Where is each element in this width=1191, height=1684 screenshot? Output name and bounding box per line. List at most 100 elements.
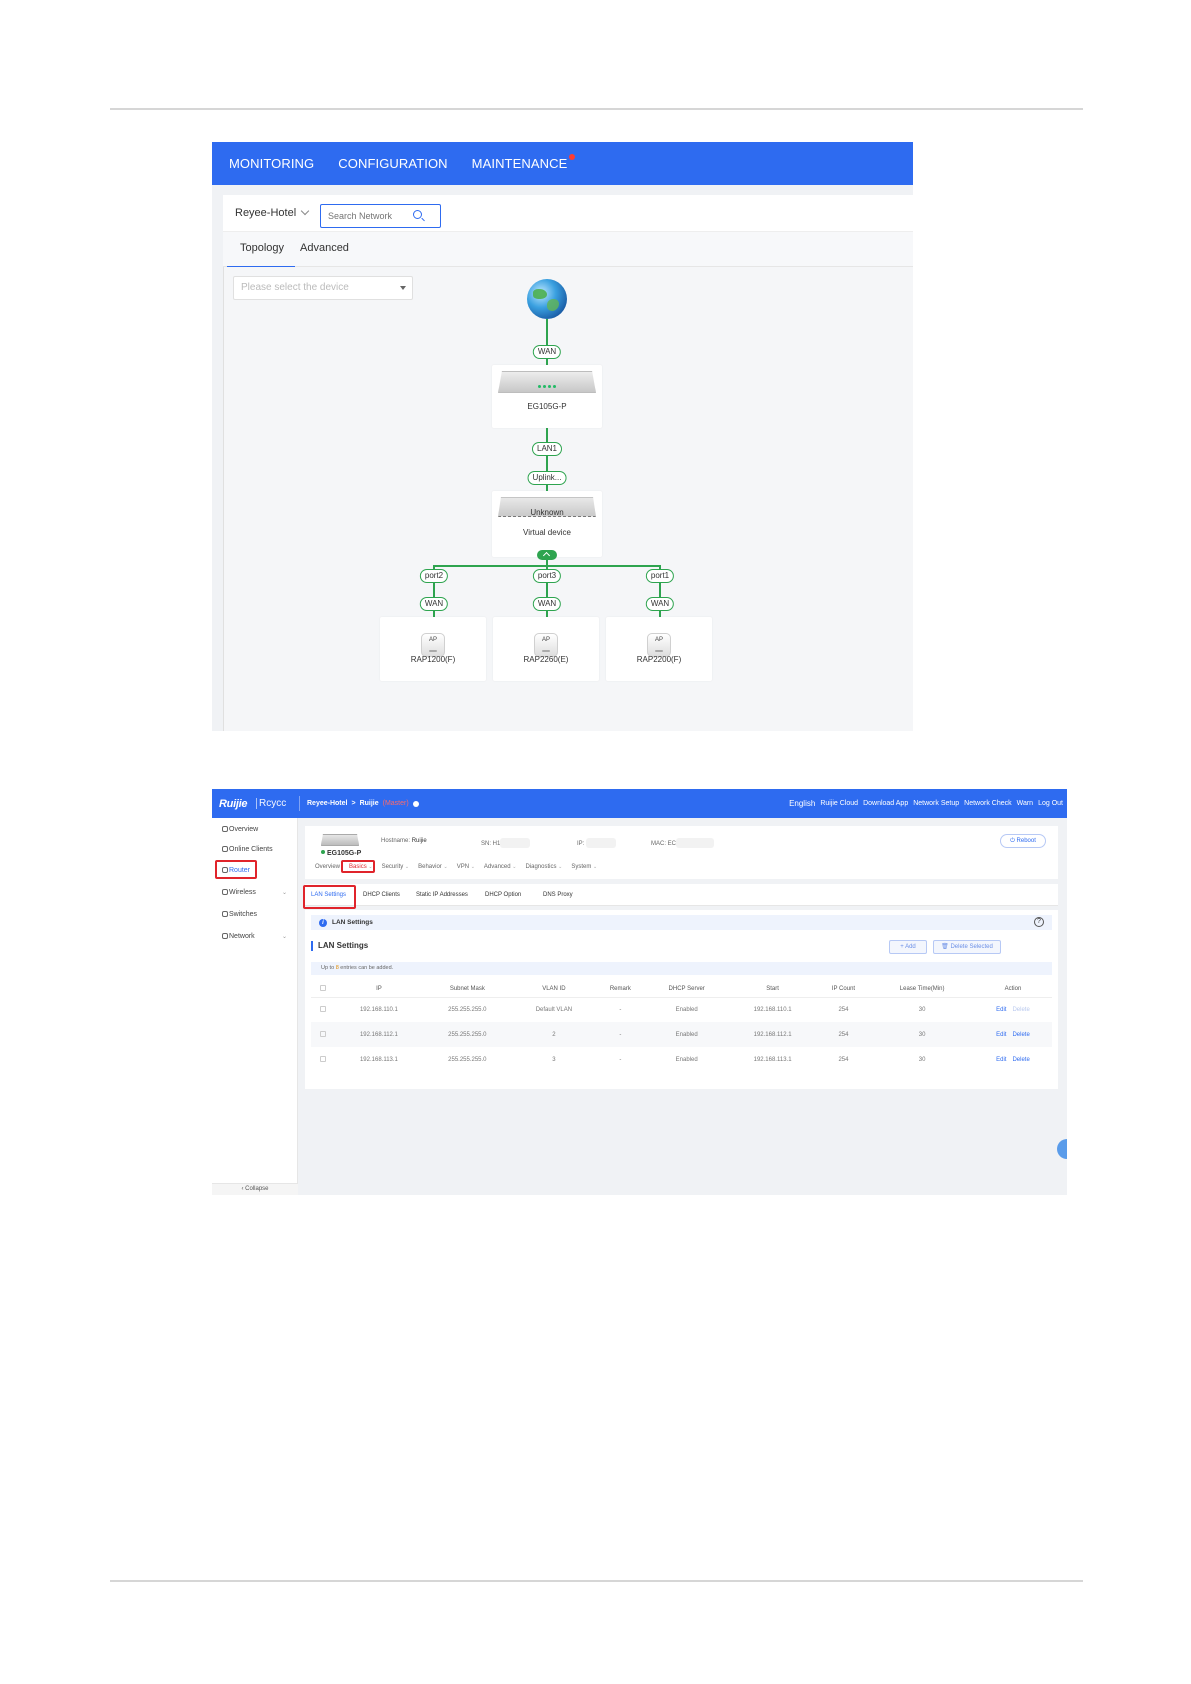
- alarm-link[interactable]: Warn: [1017, 800, 1033, 807]
- ap-image: AP: [421, 633, 445, 657]
- cell-remark: -: [596, 1022, 645, 1047]
- sidebar-item-overview[interactable]: Overview: [222, 826, 258, 833]
- delete-link[interactable]: Delete: [1012, 1032, 1029, 1038]
- sidebar-item-clients[interactable]: Online Clients: [222, 846, 273, 853]
- subnav-overview[interactable]: Overview: [315, 864, 340, 870]
- topology-screenshot: MONITORING CONFIGURATION MAINTENANCE Rey…: [212, 142, 913, 731]
- lan-table: IP Subnet Mask VLAN ID Remark DHCP Serve…: [311, 981, 1052, 1072]
- tab-dhcp-option[interactable]: DHCP Option: [485, 892, 521, 898]
- delete-selected-button[interactable]: 🗑 Delete Selected: [933, 940, 1001, 954]
- edit-link[interactable]: Edit: [996, 1007, 1006, 1013]
- subnav-behavior[interactable]: Behavior ⌄: [418, 864, 448, 870]
- ap-card[interactable]: AP RAP1200(F): [380, 617, 486, 681]
- cell-lease-time: 30: [918, 1056, 926, 1063]
- device-header: EG105G-P Hostname: Ruijie SN: H1 IP: MAC…: [305, 826, 1058, 879]
- cell-dhcp-server: Enabled: [675, 1056, 698, 1063]
- reboot-button[interactable]: ⏻ Reboot: [1000, 834, 1046, 848]
- select-all-checkbox[interactable]: [320, 984, 326, 991]
- sn-field: SN: H1: [481, 838, 531, 848]
- info-icon[interactable]: [412, 800, 419, 807]
- download-app-link[interactable]: Download App: [863, 800, 908, 807]
- collapse-label: Collapse: [245, 1186, 269, 1192]
- tab-dns-proxy[interactable]: DNS Proxy: [543, 892, 573, 898]
- subnav-diagnostics[interactable]: Diagnostics ⌄: [525, 864, 562, 870]
- subnav-advanced[interactable]: Advanced ⌄: [484, 864, 517, 870]
- tab-static-ip[interactable]: Static IP Addresses: [416, 892, 468, 898]
- internet-globe-icon[interactable]: [527, 279, 567, 319]
- cloud-link[interactable]: Ruijie Cloud: [820, 800, 858, 807]
- ap-wan-label-1: WAN: [419, 597, 449, 611]
- subnav-label: VPN: [456, 864, 470, 870]
- cell-action: Edit Delete: [974, 997, 1052, 1022]
- subnav-label: Diagnostics: [525, 864, 557, 870]
- nav-configuration[interactable]: CONFIGURATION: [338, 156, 447, 171]
- sidebar-collapse[interactable]: ‹ Collapse: [212, 1183, 298, 1195]
- device-model: EG105G-P: [321, 850, 361, 857]
- cell-action: Edit Delete: [973, 1022, 1052, 1047]
- ap-card[interactable]: AP RAP2200(F): [606, 617, 712, 681]
- ap-card[interactable]: AP RAP2260(E): [493, 617, 599, 681]
- port-label-1: port2: [419, 569, 449, 583]
- help-icon[interactable]: ?: [1034, 917, 1044, 927]
- row-checkbox-cell: [311, 1047, 335, 1072]
- network-setup-link[interactable]: Network Setup: [913, 800, 959, 807]
- subnav-label: System: [571, 864, 592, 870]
- cell-action: Edit Delete: [974, 1047, 1052, 1072]
- cell-ip: 192.168.113.1: [359, 1056, 398, 1063]
- overview-icon: [222, 826, 228, 832]
- row-checkbox[interactable]: [320, 1055, 326, 1062]
- tab-advanced[interactable]: Advanced: [300, 242, 349, 254]
- brand-logo: Ruijie: [219, 798, 248, 810]
- col-remark: Remark: [596, 981, 645, 998]
- sidebar-item-wireless[interactable]: Wireless: [222, 889, 256, 896]
- cell-vlan-id: 2: [511, 1022, 597, 1047]
- top-bar: Ruijie Rcycc Reyee-Hotel > Ruijie (Maste…: [212, 789, 1067, 818]
- subnav-system[interactable]: System ⌄: [571, 864, 597, 870]
- delete-link[interactable]: Delete: [1012, 1057, 1029, 1063]
- sidebar-item-label: Switches: [229, 911, 258, 918]
- port-label-2: port3: [532, 569, 562, 583]
- col-dhcp-server: DHCP Server: [644, 981, 729, 998]
- breadcrumb-separator: >: [351, 800, 356, 807]
- tab-dhcp-clients[interactable]: DHCP Clients: [363, 892, 400, 898]
- search-input[interactable]: [321, 205, 411, 227]
- device-select[interactable]: Please select the device: [233, 276, 413, 300]
- hostname-label: Hostname:: [381, 838, 411, 844]
- language-select[interactable]: English: [789, 799, 815, 808]
- sn-label: SN: H1: [481, 841, 501, 847]
- cell-ip: 192.168.110.1: [359, 1006, 398, 1013]
- alert-dot: [569, 154, 576, 160]
- edit-link[interactable]: Edit: [996, 1032, 1006, 1038]
- virtual-device-card[interactable]: Unknown Virtual device: [492, 491, 602, 557]
- network-check-link[interactable]: Network Check: [964, 800, 1011, 807]
- network-panel: Reyee-Hotel Topology Advanced Please sel…: [223, 195, 913, 731]
- floating-assistant-icon[interactable]: [1057, 1139, 1067, 1159]
- ap-wan-label-3: WAN: [645, 597, 675, 611]
- sidebar-item-switches[interactable]: Switches: [222, 911, 257, 918]
- site-selector[interactable]: Reyee-Hotel: [235, 206, 310, 219]
- table-row: 192.168.113.1 255.255.255.0 3 - Enabled …: [311, 1047, 1052, 1072]
- wireless-icon: [222, 889, 228, 895]
- info-title: LAN Settings: [332, 919, 373, 926]
- nav-monitoring[interactable]: MONITORING: [229, 156, 314, 171]
- sidebar-item-network[interactable]: Network: [222, 933, 255, 940]
- cell-lease-time: 30: [918, 1006, 926, 1013]
- search-network: [320, 204, 441, 228]
- logout-link[interactable]: Log Out: [1038, 800, 1063, 807]
- mac-label: MAC: EC: [651, 841, 677, 847]
- device-select-placeholder: Please select the device: [241, 282, 349, 293]
- row-checkbox[interactable]: [320, 1030, 326, 1037]
- col-lease-time: Lease Time(Min): [870, 981, 974, 998]
- subnav-security[interactable]: Security ⌄: [382, 864, 410, 870]
- tab-topology[interactable]: Topology: [226, 242, 296, 268]
- edit-link[interactable]: Edit: [996, 1057, 1006, 1063]
- add-button[interactable]: + Add: [889, 940, 927, 954]
- breadcrumb-site[interactable]: Reyee-Hotel: [307, 800, 347, 807]
- gateway-card[interactable]: EG105G-P: [492, 365, 602, 428]
- subnav-vpn[interactable]: VPN ⌄: [457, 864, 475, 870]
- breadcrumb: Reyee-Hotel > Ruijie (Master): [307, 800, 419, 807]
- row-checkbox[interactable]: [320, 1005, 326, 1012]
- nav-maintenance[interactable]: MAINTENANCE: [472, 154, 576, 171]
- collapse-branch-icon[interactable]: [537, 550, 557, 560]
- search-icon[interactable]: [413, 210, 422, 219]
